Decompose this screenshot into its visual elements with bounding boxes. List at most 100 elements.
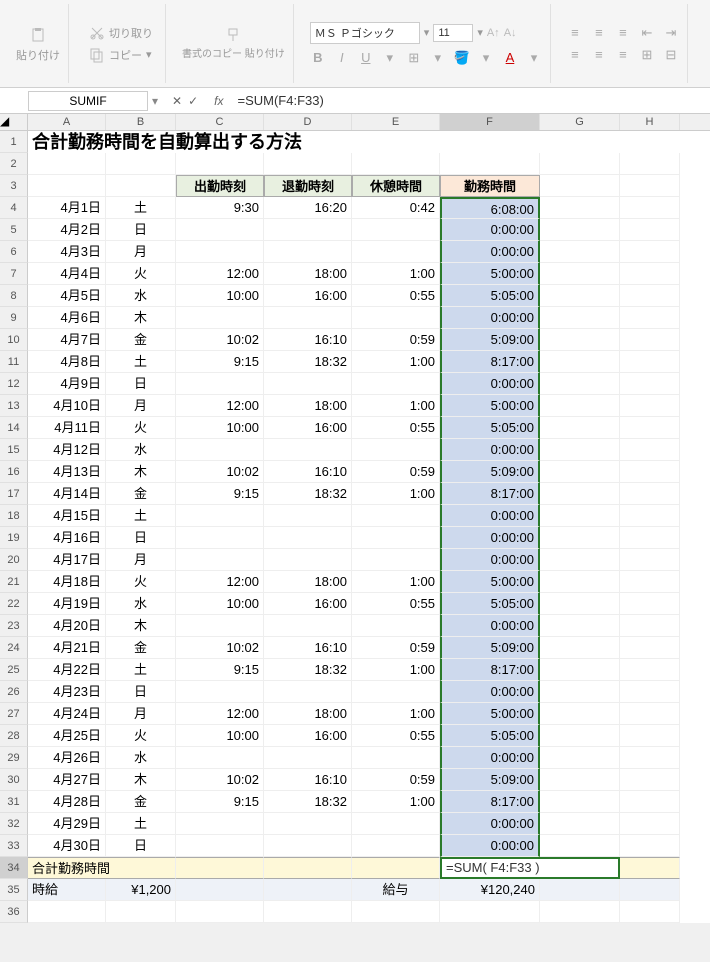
- cell[interactable]: [176, 241, 264, 263]
- cell[interactable]: 18:00: [264, 395, 352, 417]
- cell[interactable]: 勤務時間: [440, 175, 540, 197]
- cell[interactable]: 1:00: [352, 571, 440, 593]
- cell[interactable]: 16:00: [264, 725, 352, 747]
- cell[interactable]: 9:15: [176, 791, 264, 813]
- cell[interactable]: [352, 681, 440, 703]
- merge-button[interactable]: ⊞: [639, 47, 655, 63]
- cell[interactable]: 日: [106, 835, 176, 857]
- row-header[interactable]: 31: [0, 791, 28, 813]
- cell[interactable]: [264, 549, 352, 571]
- row-header[interactable]: 22: [0, 593, 28, 615]
- row-header[interactable]: 11: [0, 351, 28, 373]
- italic-button[interactable]: I: [334, 50, 350, 65]
- cell[interactable]: 土: [106, 813, 176, 835]
- cell[interactable]: 9:15: [176, 659, 264, 681]
- cell[interactable]: [620, 681, 680, 703]
- row-header[interactable]: 7: [0, 263, 28, 285]
- cell[interactable]: [264, 241, 352, 263]
- cell[interactable]: 5:09:00: [440, 769, 540, 791]
- cell[interactable]: 出勤時刻: [176, 175, 264, 197]
- cell[interactable]: 金: [106, 637, 176, 659]
- cell[interactable]: [540, 505, 620, 527]
- cell[interactable]: 4月12日: [28, 439, 106, 461]
- cell[interactable]: [264, 307, 352, 329]
- cell[interactable]: [176, 549, 264, 571]
- cell[interactable]: 16:20: [264, 197, 352, 219]
- cell[interactable]: 4月6日: [28, 307, 106, 329]
- cell[interactable]: 0:00:00: [440, 615, 540, 637]
- cell[interactable]: 4月21日: [28, 637, 106, 659]
- cell[interactable]: [264, 373, 352, 395]
- cell[interactable]: 10:00: [176, 285, 264, 307]
- row-header[interactable]: 27: [0, 703, 28, 725]
- cell[interactable]: 18:32: [264, 791, 352, 813]
- cell[interactable]: 4月4日: [28, 263, 106, 285]
- cell[interactable]: [620, 153, 680, 175]
- cell[interactable]: 0:00:00: [440, 747, 540, 769]
- cell[interactable]: 退勤時刻: [264, 175, 352, 197]
- cell[interactable]: [352, 615, 440, 637]
- cell[interactable]: 5:09:00: [440, 329, 540, 351]
- cell[interactable]: 土: [106, 197, 176, 219]
- row-header[interactable]: 32: [0, 813, 28, 835]
- cell[interactable]: 土: [106, 505, 176, 527]
- underline-button[interactable]: U: [358, 50, 374, 65]
- cell[interactable]: 4月28日: [28, 791, 106, 813]
- cell[interactable]: [176, 527, 264, 549]
- cell[interactable]: [620, 725, 680, 747]
- cell[interactable]: 12:00: [176, 263, 264, 285]
- cell[interactable]: 木: [106, 615, 176, 637]
- cell[interactable]: 12:00: [176, 571, 264, 593]
- cell[interactable]: [620, 505, 680, 527]
- cell[interactable]: 土: [106, 659, 176, 681]
- cell[interactable]: 1:00: [352, 791, 440, 813]
- cell[interactable]: [540, 241, 620, 263]
- cell[interactable]: [264, 439, 352, 461]
- font-size-select[interactable]: 11: [433, 24, 473, 42]
- cell[interactable]: 4月2日: [28, 219, 106, 241]
- cell[interactable]: [540, 637, 620, 659]
- col-header-A[interactable]: A: [28, 114, 106, 130]
- cell[interactable]: [264, 681, 352, 703]
- cell[interactable]: 0:55: [352, 725, 440, 747]
- col-header-C[interactable]: C: [176, 114, 264, 130]
- cell[interactable]: 12:00: [176, 395, 264, 417]
- cell[interactable]: [176, 835, 264, 857]
- cell[interactable]: 火: [106, 571, 176, 593]
- cell[interactable]: 月: [106, 241, 176, 263]
- cell[interactable]: 4月24日: [28, 703, 106, 725]
- align-right-button[interactable]: ≡: [615, 47, 631, 62]
- row-header[interactable]: 24: [0, 637, 28, 659]
- cell[interactable]: [540, 703, 620, 725]
- cell[interactable]: 0:55: [352, 593, 440, 615]
- cell[interactable]: 4月11日: [28, 417, 106, 439]
- cell[interactable]: [28, 175, 106, 197]
- cell[interactable]: 1:00: [352, 703, 440, 725]
- row-header[interactable]: 1: [0, 131, 28, 153]
- cell[interactable]: [440, 153, 540, 175]
- cell[interactable]: [176, 615, 264, 637]
- cell[interactable]: 0:00:00: [440, 549, 540, 571]
- cell[interactable]: [352, 857, 440, 879]
- cell[interactable]: 月: [106, 703, 176, 725]
- cell[interactable]: [540, 153, 620, 175]
- row-header[interactable]: 21: [0, 571, 28, 593]
- cell[interactable]: [540, 395, 620, 417]
- cell[interactable]: [264, 879, 352, 901]
- cell[interactable]: 8:17:00: [440, 483, 540, 505]
- name-box-dropdown[interactable]: ▾: [148, 94, 162, 108]
- cell[interactable]: 18:32: [264, 659, 352, 681]
- cell[interactable]: [264, 615, 352, 637]
- cell[interactable]: 0:59: [352, 769, 440, 791]
- cell[interactable]: [540, 219, 620, 241]
- cell[interactable]: 木: [106, 307, 176, 329]
- paste-button[interactable]: [26, 25, 50, 45]
- font-color-button[interactable]: A: [502, 50, 518, 65]
- row-header[interactable]: 14: [0, 417, 28, 439]
- row-header[interactable]: 34: [0, 857, 28, 879]
- cell[interactable]: [264, 153, 352, 175]
- cell[interactable]: [352, 835, 440, 857]
- cell[interactable]: [620, 373, 680, 395]
- cell[interactable]: [620, 175, 680, 197]
- cell[interactable]: 日: [106, 219, 176, 241]
